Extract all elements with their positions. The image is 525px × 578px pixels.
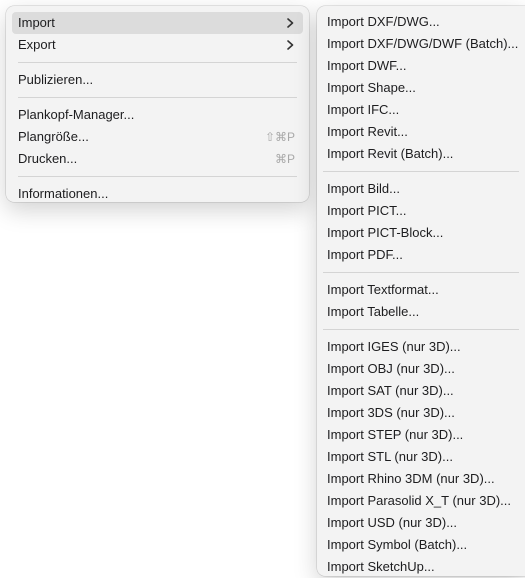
- chevron-right-icon: [285, 18, 295, 28]
- import-item-3ds[interactable]: Import 3DS (nur 3D)...: [323, 402, 519, 424]
- import-item-revit-batch[interactable]: Import Revit (Batch)...: [323, 143, 519, 165]
- import-item-label: Import Tabelle...: [327, 304, 420, 319]
- import-item-label: Import SketchUp...: [327, 559, 435, 574]
- menu-separator: [18, 62, 297, 63]
- import-item-textformat[interactable]: Import Textformat...: [323, 279, 519, 301]
- import-item-label: Import 3DS (nur 3D)...: [327, 405, 455, 420]
- import-item-shape[interactable]: Import Shape...: [323, 77, 519, 99]
- import-item-label: Import Shape...: [327, 80, 416, 95]
- menu-item-titleblock-manager[interactable]: Plankopf-Manager...: [12, 104, 303, 126]
- import-item-pict-block[interactable]: Import PICT-Block...: [323, 222, 519, 244]
- menu-item-sheet-size-label: Plangröße...: [18, 129, 89, 144]
- chevron-right-icon: [285, 40, 295, 50]
- import-item-label: Import Rhino 3DM (nur 3D)...: [327, 471, 495, 486]
- import-item-symbol-batch[interactable]: Import Symbol (Batch)...: [323, 534, 519, 556]
- file-menu: Import Export Publizieren... Plankopf-Ma…: [6, 6, 309, 202]
- menu-item-info[interactable]: Informationen...: [12, 183, 303, 205]
- import-item-label: Import Textformat...: [327, 282, 439, 297]
- import-item-label: Import PDF...: [327, 247, 403, 262]
- import-item-sat[interactable]: Import SAT (nur 3D)...: [323, 380, 519, 402]
- import-item-label: Import Parasolid X_T (nur 3D)...: [327, 493, 511, 508]
- menu-separator: [18, 97, 297, 98]
- import-item-label: Import PICT...: [327, 203, 407, 218]
- menu-item-titleblock-manager-label: Plankopf-Manager...: [18, 107, 135, 122]
- import-submenu: Import DXF/DWG... Import DXF/DWG/DWF (Ba…: [317, 6, 525, 576]
- import-item-label: Import Symbol (Batch)...: [327, 537, 468, 552]
- menu-separator: [18, 176, 297, 177]
- menu-separator: [323, 272, 519, 273]
- import-item-label: Import STL (nur 3D)...: [327, 449, 453, 464]
- import-item-rhino-3dm[interactable]: Import Rhino 3DM (nur 3D)...: [323, 468, 519, 490]
- import-item-label: Import Bild...: [327, 181, 400, 196]
- import-item-label: Import IGES (nur 3D)...: [327, 339, 461, 354]
- menu-item-publish[interactable]: Publizieren...: [12, 69, 303, 91]
- menu-item-sheet-size-shortcut: ⇧⌘P: [264, 130, 295, 144]
- import-item-table[interactable]: Import Tabelle...: [323, 301, 519, 323]
- import-item-label: Import OBJ (nur 3D)...: [327, 361, 455, 376]
- import-item-dxf-dwg[interactable]: Import DXF/DWG...: [323, 11, 519, 33]
- import-item-usd[interactable]: Import USD (nur 3D)...: [323, 512, 519, 534]
- menu-item-info-label: Informationen...: [18, 186, 109, 201]
- import-item-iges[interactable]: Import IGES (nur 3D)...: [323, 336, 519, 358]
- import-item-ifc[interactable]: Import IFC...: [323, 99, 519, 121]
- menu-item-import[interactable]: Import: [12, 12, 303, 34]
- import-item-label: Import STEP (nur 3D)...: [327, 427, 464, 442]
- menu-item-publish-label: Publizieren...: [18, 72, 94, 87]
- import-item-label: Import Revit (Batch)...: [327, 146, 454, 161]
- menu-item-sheet-size[interactable]: Plangröße... ⇧⌘P: [12, 126, 303, 148]
- import-item-sketchup[interactable]: Import SketchUp...: [323, 556, 519, 578]
- import-item-dwf[interactable]: Import DWF...: [323, 55, 519, 77]
- import-item-label: Import SAT (nur 3D)...: [327, 383, 454, 398]
- import-item-label: Import Revit...: [327, 124, 408, 139]
- menu-item-print-label: Drucken...: [18, 151, 78, 166]
- import-item-dxf-dwg-dwf-batch[interactable]: Import DXF/DWG/DWF (Batch)...: [323, 33, 519, 55]
- import-item-label: Import DXF/DWG/DWF (Batch)...: [327, 36, 519, 51]
- import-item-pict[interactable]: Import PICT...: [323, 200, 519, 222]
- menu-item-import-label: Import: [18, 15, 55, 30]
- import-item-image[interactable]: Import Bild...: [323, 178, 519, 200]
- import-item-label: Import PICT-Block...: [327, 225, 444, 240]
- menu-separator: [323, 329, 519, 330]
- menu-item-export-label: Export: [18, 37, 56, 52]
- import-item-label: Import DXF/DWG...: [327, 14, 440, 29]
- import-item-obj[interactable]: Import OBJ (nur 3D)...: [323, 358, 519, 380]
- import-item-stl[interactable]: Import STL (nur 3D)...: [323, 446, 519, 468]
- import-item-pdf[interactable]: Import PDF...: [323, 244, 519, 266]
- menu-item-print[interactable]: Drucken... ⌘P: [12, 148, 303, 170]
- import-item-label: Import DWF...: [327, 58, 407, 73]
- import-item-parasolid[interactable]: Import Parasolid X_T (nur 3D)...: [323, 490, 519, 512]
- import-item-label: Import IFC...: [327, 102, 400, 117]
- import-item-step[interactable]: Import STEP (nur 3D)...: [323, 424, 519, 446]
- import-item-label: Import USD (nur 3D)...: [327, 515, 458, 530]
- import-item-revit[interactable]: Import Revit...: [323, 121, 519, 143]
- menu-separator: [323, 171, 519, 172]
- menu-item-export[interactable]: Export: [12, 34, 303, 56]
- menu-item-print-shortcut: ⌘P: [274, 152, 295, 166]
